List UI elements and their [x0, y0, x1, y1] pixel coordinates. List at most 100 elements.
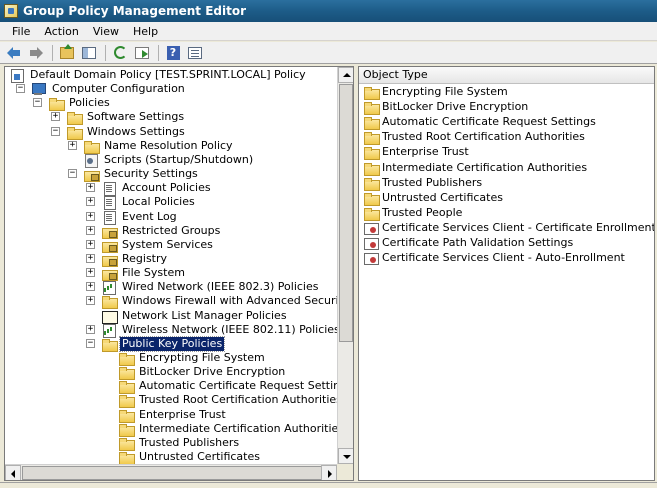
- folder-icon: [363, 130, 380, 145]
- expand-icon[interactable]: +: [86, 197, 95, 206]
- list-item-label: Trusted Root Certification Authorities: [382, 130, 585, 143]
- tree-node[interactable]: + Name Resolution Policy: [68, 139, 235, 154]
- menu-action[interactable]: Action: [37, 23, 85, 40]
- scroll-right-button[interactable]: [321, 465, 337, 480]
- folder-icon: [363, 206, 380, 221]
- menu-bar: File Action View Help: [0, 22, 657, 41]
- tree-node[interactable]: Trusted Publishers: [118, 436, 241, 451]
- tree-node[interactable]: Scripts (Startup/Shutdown): [83, 153, 255, 168]
- tree-node[interactable]: + Local Policies: [86, 195, 197, 210]
- folder-icon: [83, 139, 100, 154]
- list-item[interactable]: Trusted Publishers: [363, 176, 482, 191]
- network-policy-icon: [101, 280, 117, 295]
- menu-file[interactable]: File: [5, 23, 37, 40]
- properties-button[interactable]: [185, 44, 205, 62]
- expand-icon[interactable]: +: [86, 268, 95, 277]
- tree-node-label: Encrypting File System: [139, 351, 265, 364]
- tree-node-label: Wired Network (IEEE 802.3) Policies: [122, 280, 319, 293]
- tree-node-label: Account Policies: [122, 181, 211, 194]
- tree-vertical-scrollbar[interactable]: [337, 67, 353, 464]
- list-item[interactable]: Certificate Services Client - Auto-Enrol…: [363, 251, 625, 265]
- expand-icon[interactable]: +: [86, 183, 95, 192]
- tree-node-label: Trusted Publishers: [139, 436, 240, 449]
- list-item[interactable]: Intermediate Certification Authorities: [363, 161, 587, 176]
- list-item[interactable]: BitLocker Drive Encryption: [363, 100, 528, 115]
- collapse-icon[interactable]: −: [33, 98, 42, 107]
- folder-icon: [48, 96, 65, 111]
- forward-button[interactable]: [26, 44, 46, 62]
- scroll-thumb[interactable]: [22, 466, 322, 480]
- expand-icon[interactable]: +: [86, 296, 95, 305]
- back-button[interactable]: [4, 44, 24, 62]
- expand-icon[interactable]: +: [86, 254, 95, 263]
- tree-node[interactable]: Automatic Certificate Request Settings: [118, 379, 337, 394]
- tree-node[interactable]: + Registry: [86, 252, 169, 267]
- list-item[interactable]: Trusted People: [363, 206, 462, 221]
- expand-icon[interactable]: +: [86, 240, 95, 249]
- collapse-icon[interactable]: −: [68, 169, 77, 178]
- tree-node-label: Public Key Policies: [118, 336, 226, 352]
- tree-node[interactable]: − Windows Settings: [51, 125, 187, 140]
- tree-node[interactable]: Intermediate Certification Authorities: [118, 422, 337, 437]
- tree-node[interactable]: + File System: [86, 266, 187, 281]
- tree-node[interactable]: − Security Settings: [68, 167, 200, 182]
- folder-icon: [363, 176, 380, 191]
- tree-horizontal-scrollbar[interactable]: [5, 464, 337, 480]
- scroll-left-button[interactable]: [5, 465, 21, 480]
- computer-icon: [31, 82, 47, 96]
- refresh-button[interactable]: [110, 44, 130, 62]
- tree-node[interactable]: BitLocker Drive Encryption: [118, 365, 287, 380]
- tree-node[interactable]: − Policies: [33, 96, 112, 111]
- list-item[interactable]: Certificate Services Client - Certificat…: [363, 221, 654, 235]
- up-level-button[interactable]: [57, 43, 77, 62]
- tree-node[interactable]: + Wireless Network (IEEE 802.11) Policies: [86, 323, 337, 338]
- console-tree-icon: [82, 46, 96, 59]
- show-hide-tree-button[interactable]: [79, 44, 99, 62]
- title-bar[interactable]: Group Policy Management Editor: [0, 0, 657, 22]
- scroll-down-button[interactable]: [338, 448, 353, 464]
- gpo-icon: [9, 68, 25, 83]
- expand-icon[interactable]: +: [86, 212, 95, 221]
- list-item[interactable]: Enterprise Trust: [363, 145, 469, 160]
- tree-node[interactable]: − Computer Configuration: [16, 82, 187, 96]
- tree-node[interactable]: + Event Log: [86, 210, 179, 225]
- tree-node[interactable]: Trusted Root Certification Authorities: [118, 393, 337, 408]
- scroll-thumb[interactable]: [339, 84, 353, 342]
- list-item[interactable]: Encrypting File System: [363, 85, 508, 100]
- collapse-icon[interactable]: −: [16, 84, 25, 93]
- tree-node[interactable]: Network List Manager Policies: [101, 309, 289, 324]
- tree-node-label: Intermediate Certification Authorities: [139, 422, 337, 435]
- tree-node[interactable]: + Restricted Groups: [86, 224, 222, 239]
- column-header-object-type[interactable]: Object Type: [359, 67, 654, 84]
- scroll-up-button[interactable]: [338, 67, 353, 83]
- help-button[interactable]: ?: [163, 44, 183, 62]
- collapse-icon[interactable]: −: [86, 339, 95, 348]
- security-folder-icon: [101, 224, 118, 239]
- tree-node[interactable]: + Wired Network (IEEE 802.3) Policies: [86, 280, 321, 295]
- tree-node[interactable]: Enterprise Trust: [118, 408, 228, 423]
- expand-icon[interactable]: +: [86, 282, 95, 291]
- list-item[interactable]: Trusted Root Certification Authorities: [363, 130, 585, 145]
- tree-node[interactable]: Default Domain Policy [TEST.SPRINT.LOCAL…: [9, 68, 308, 83]
- menu-help[interactable]: Help: [126, 23, 165, 40]
- folder-icon: [363, 100, 380, 115]
- expand-icon[interactable]: +: [86, 226, 95, 235]
- expand-icon[interactable]: +: [86, 325, 95, 334]
- expand-icon[interactable]: +: [51, 112, 60, 121]
- tree-node-label: Software Settings: [87, 110, 185, 123]
- list-item[interactable]: Certificate Path Validation Settings: [363, 236, 573, 250]
- tree-node[interactable]: + Account Policies: [86, 181, 213, 196]
- gpme-window: Group Policy Management Editor File Acti…: [0, 0, 657, 488]
- tree-node[interactable]: Encrypting File System: [118, 351, 267, 366]
- tree-node[interactable]: + System Services: [86, 238, 215, 253]
- tree-node[interactable]: + Windows Firewall with Advanced Security: [86, 294, 337, 309]
- tree-node[interactable]: − Public Key Policies: [86, 336, 226, 352]
- list-item[interactable]: Untrusted Certificates: [363, 191, 503, 206]
- menu-view[interactable]: View: [86, 23, 126, 40]
- list-item[interactable]: Automatic Certificate Request Settings: [363, 115, 596, 130]
- tree-node[interactable]: Untrusted Certificates: [118, 450, 262, 464]
- collapse-icon[interactable]: −: [51, 127, 60, 136]
- export-list-button[interactable]: [132, 44, 152, 62]
- tree-node[interactable]: + Software Settings: [51, 110, 186, 125]
- expand-icon[interactable]: +: [68, 141, 77, 150]
